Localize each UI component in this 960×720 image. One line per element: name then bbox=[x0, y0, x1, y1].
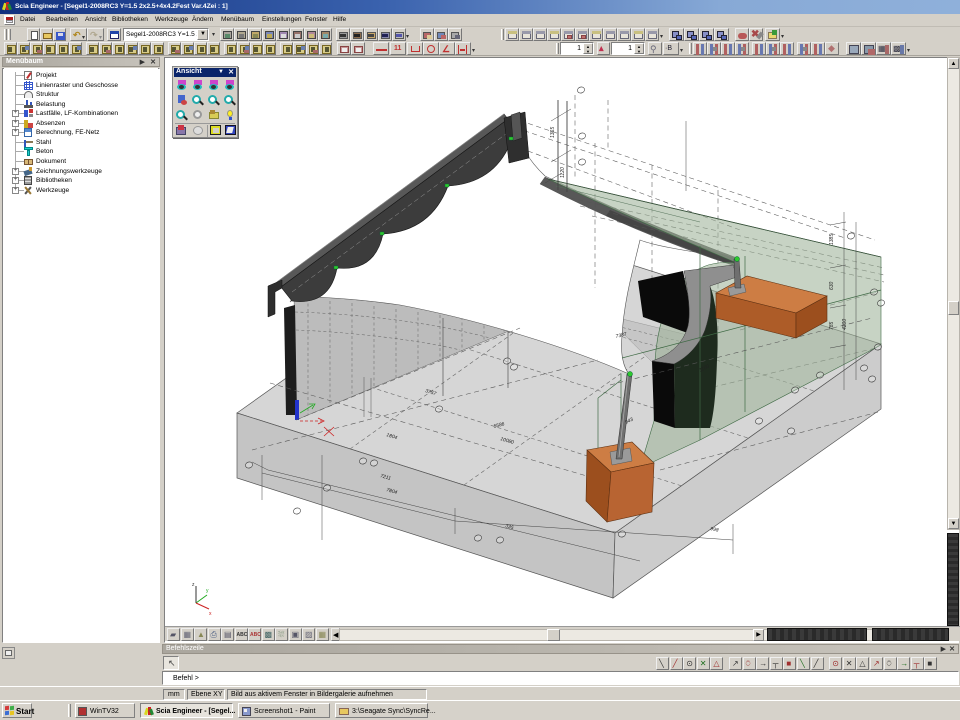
svg-text:1385: 1385 bbox=[829, 234, 835, 245]
svg-text:1120: 1120 bbox=[560, 167, 566, 178]
svg-text:630: 630 bbox=[829, 281, 835, 290]
svg-text:785: 785 bbox=[829, 321, 835, 330]
svg-text:1365: 1365 bbox=[550, 127, 556, 138]
svg-text:y: y bbox=[206, 588, 209, 594]
svg-text:x: x bbox=[209, 611, 212, 617]
svg-text:z: z bbox=[192, 582, 195, 588]
svg-text:4200: 4200 bbox=[842, 319, 848, 330]
svg-text:998: 998 bbox=[710, 526, 720, 534]
